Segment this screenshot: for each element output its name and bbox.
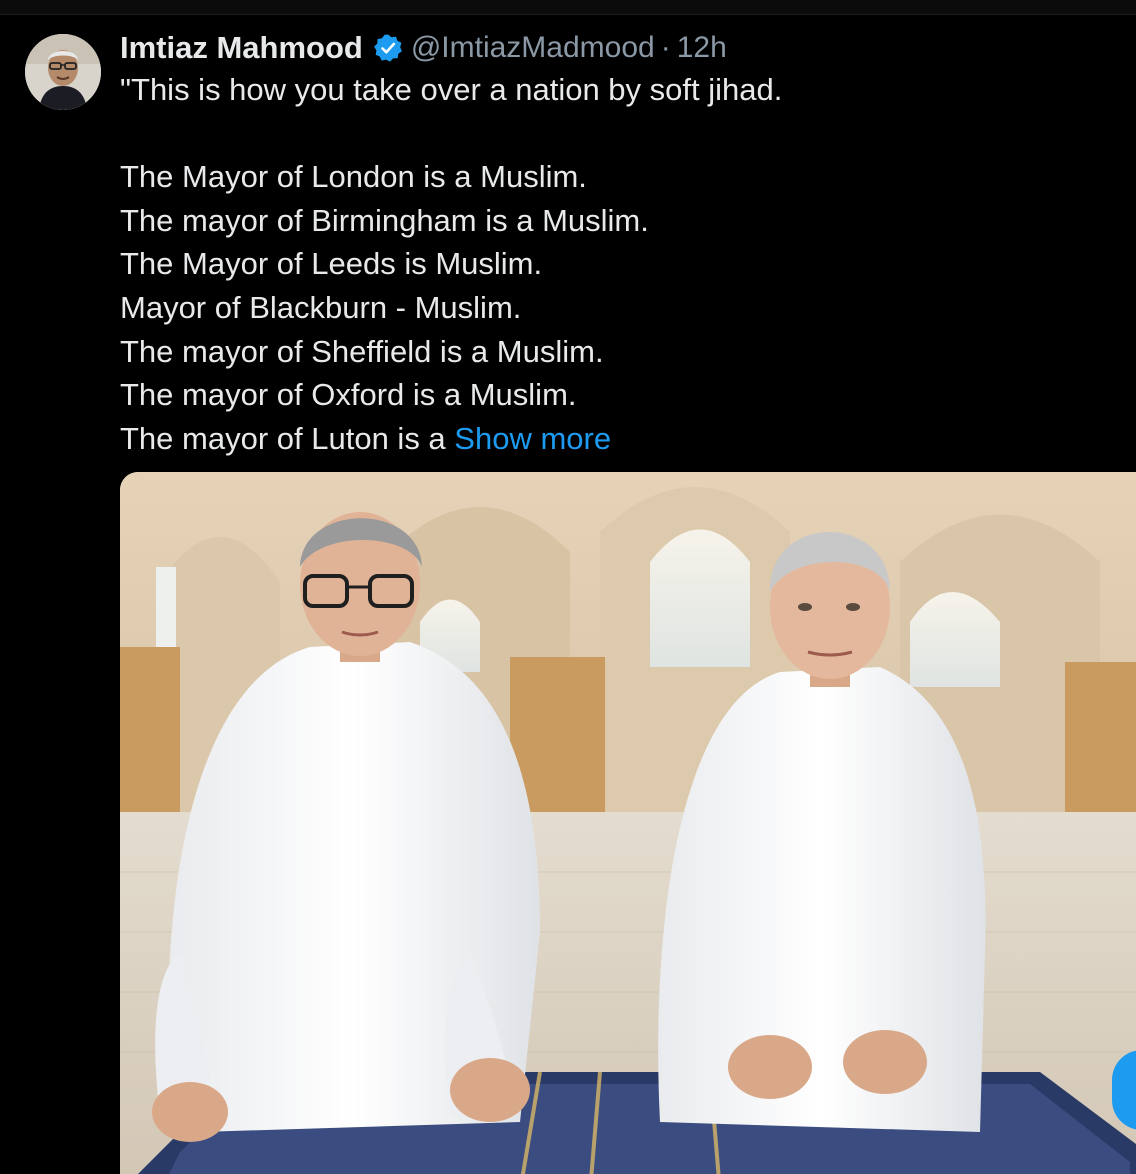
tweet-line: The mayor of Sheffield is a Muslim.: [120, 333, 604, 369]
tweet-header: Imtiaz Mahmood @ImtiazMadmood · 12h: [120, 28, 727, 68]
author-handle[interactable]: @ImtiazMadmood: [411, 31, 655, 65]
photo-image-icon: [120, 472, 1136, 1174]
tweet-line-prefix: The mayor of Luton is a: [120, 420, 455, 456]
tweet-line: The Mayor of Leeds is Muslim.: [120, 246, 543, 282]
user-avatar-icon: [25, 34, 101, 110]
tweet-line-last: The mayor of Luton is a Show more: [120, 417, 1120, 461]
tweet-line: The mayor of Oxford is a Muslim.: [120, 377, 577, 413]
tweet-timestamp[interactable]: 12h: [677, 31, 727, 65]
author-avatar[interactable]: [25, 34, 101, 110]
verified-badge-icon: [373, 33, 403, 63]
author-display-name[interactable]: Imtiaz Mahmood: [120, 30, 363, 66]
top-divider: [0, 0, 1136, 15]
tweet-media-photo[interactable]: [120, 472, 1136, 1174]
tweet-line: The Mayor of London is a Muslim.: [120, 159, 587, 195]
tweet-line: The mayor of Birmingham is a Muslim.: [120, 202, 649, 238]
header-separator: ·: [660, 31, 671, 64]
show-more-link[interactable]: Show more: [454, 421, 611, 456]
tweet-line: "This is how you take over a nation by s…: [120, 72, 783, 107]
tweet-text: "This is how you take over a nation by s…: [120, 68, 1120, 460]
tweet-line: Mayor of Blackburn - Muslim.: [120, 289, 522, 325]
